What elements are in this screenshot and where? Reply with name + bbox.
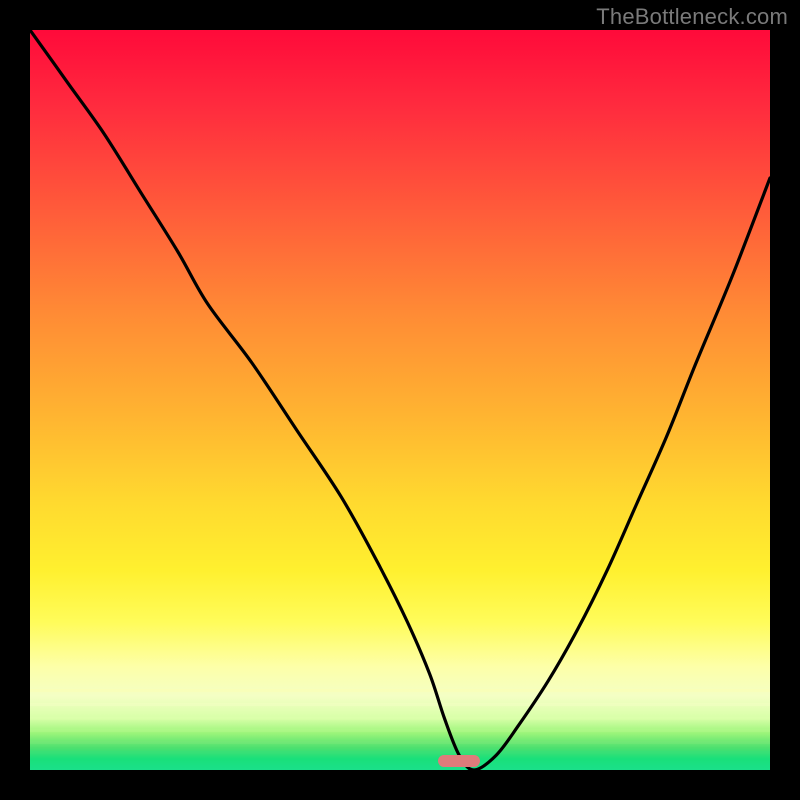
optimal-marker — [438, 755, 480, 767]
plot-area — [30, 30, 770, 770]
watermark-text: TheBottleneck.com — [596, 4, 788, 30]
chart-frame: TheBottleneck.com — [0, 0, 800, 800]
bottleneck-curve — [30, 30, 770, 770]
